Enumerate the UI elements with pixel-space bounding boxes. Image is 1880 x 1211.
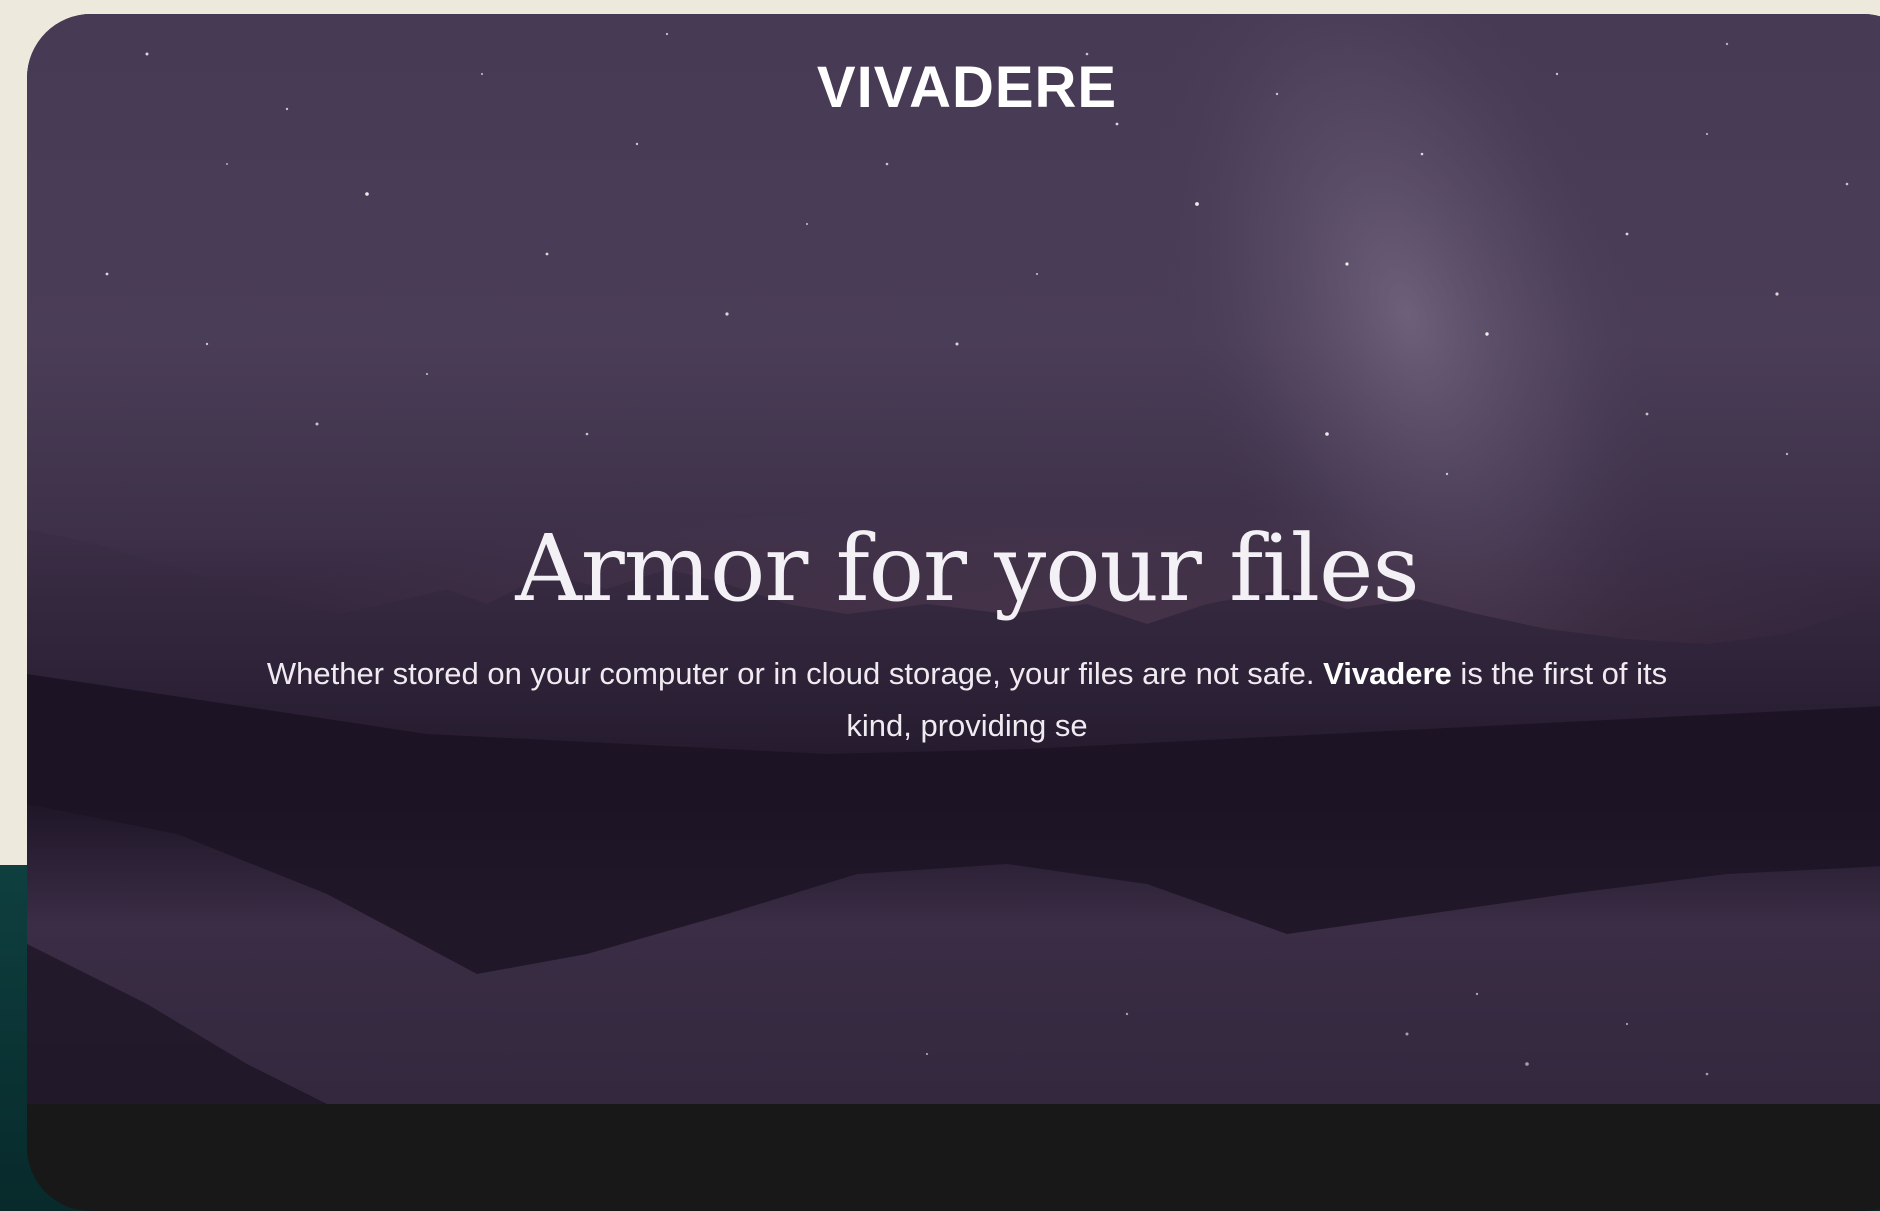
hero-section: VIVADERE Armor for your files Whether st… [27, 14, 1880, 1104]
tagline-brand-name: Vivadere [1323, 656, 1452, 691]
tagline-text-start: Whether stored on your computer or in cl… [266, 656, 1324, 691]
brand-logo[interactable]: VIVADERE [27, 54, 1880, 121]
browser-viewport[interactable]: VIVADERE Armor for your files Whether st… [27, 14, 1880, 1211]
hero-headline: Armor for your files [515, 515, 1419, 622]
hero-tagline: Whether stored on your computer or in cl… [262, 648, 1672, 752]
dark-section-band [27, 1104, 1880, 1211]
